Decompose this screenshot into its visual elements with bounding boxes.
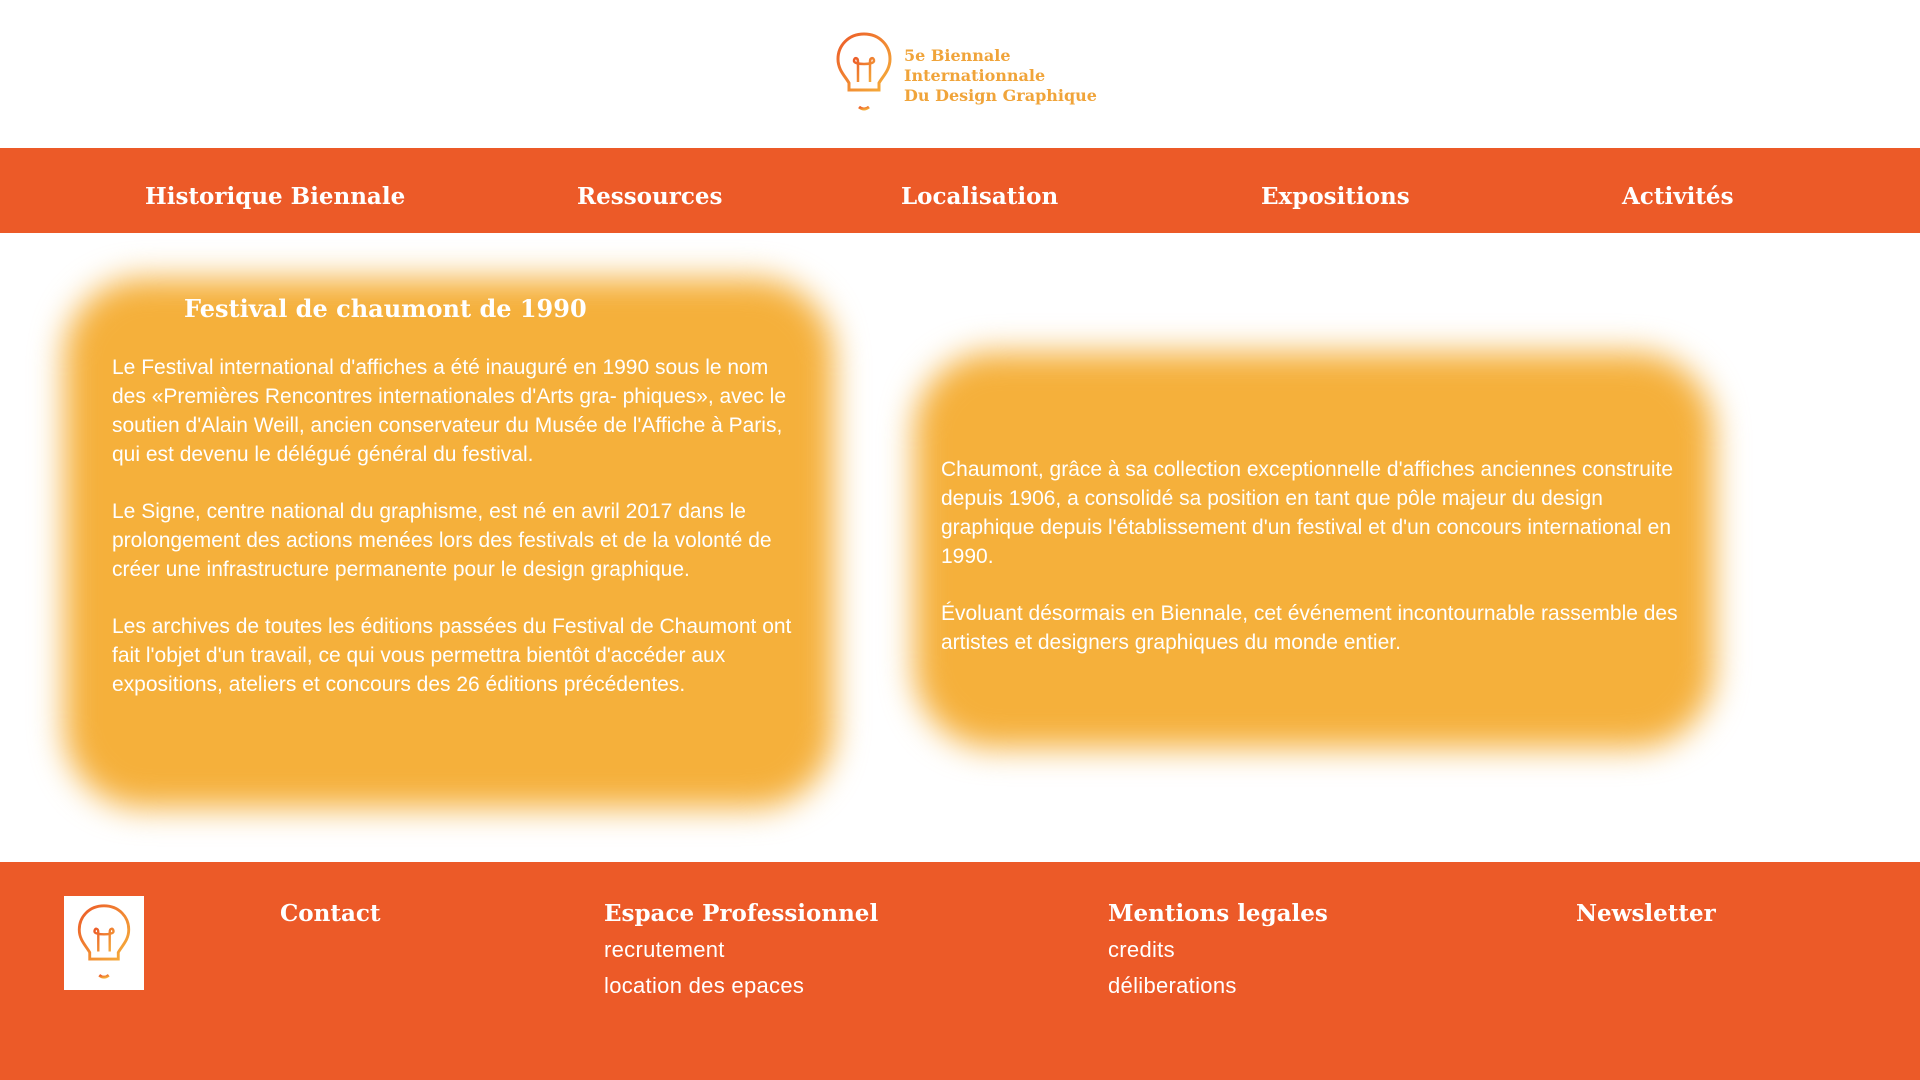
- lightbulb-icon: [834, 30, 894, 117]
- left-card-paragraph: Le Festival international d'affiches a é…: [112, 356, 787, 466]
- footer-col-mentions: Mentions legales credits déliberations: [1108, 896, 1328, 1004]
- nav-item-activites[interactable]: Activités: [1622, 148, 1734, 233]
- nav-item-expositions[interactable]: Expositions: [1261, 148, 1410, 233]
- logo-line: 5e Biennale: [904, 46, 1011, 65]
- right-card-body: Chaumont, grâce à sa collection exceptio…: [941, 455, 1701, 685]
- nav-item-localisation[interactable]: Localisation: [901, 148, 1058, 233]
- site-logo[interactable]: 5e Biennale Internationnale Du Design Gr…: [834, 30, 1097, 117]
- nav-item-historique-biennale[interactable]: Historique Biennale: [145, 148, 405, 233]
- right-card-paragraph: Évoluant désormais en Biennale, cet évén…: [941, 602, 1678, 654]
- footer-link-recrutement[interactable]: recrutement: [604, 932, 878, 968]
- footer-col-contact: Contact: [280, 896, 381, 932]
- main-nav: Historique Biennale Ressources Localisat…: [0, 148, 1920, 233]
- footer-link-credits[interactable]: credits: [1108, 932, 1328, 968]
- footer-col-newsletter: Newsletter: [1576, 896, 1716, 932]
- footer-link-location[interactable]: location des epaces: [604, 968, 878, 1004]
- site-header: 5e Biennale Internationnale Du Design Gr…: [0, 0, 1920, 148]
- lightbulb-icon: [75, 902, 133, 985]
- logo-line: Du Design Graphique: [904, 86, 1097, 105]
- footer-logo[interactable]: [64, 896, 144, 990]
- footer-heading-espace-professionnel[interactable]: Espace Professionnel: [604, 896, 878, 932]
- site-footer: Contact Espace Professionnel recrutement…: [0, 862, 1920, 1080]
- logo-line: Internationnale: [904, 66, 1046, 85]
- footer-link-deliberations[interactable]: déliberations: [1108, 968, 1328, 1004]
- nav-item-ressources[interactable]: Ressources: [577, 148, 722, 233]
- left-card-paragraph: Le Signe, centre national du graphisme, …: [112, 500, 772, 581]
- footer-link-contact[interactable]: Contact: [280, 896, 381, 932]
- left-card-body: Le Festival international d'affiches a é…: [112, 353, 802, 727]
- footer-heading-mentions-legales[interactable]: Mentions legales: [1108, 896, 1328, 932]
- footer-link-newsletter[interactable]: Newsletter: [1576, 896, 1716, 932]
- left-card-title: Festival de chaumont de 1990: [184, 294, 587, 323]
- footer-col-espace-pro: Espace Professionnel recrutement locatio…: [604, 896, 878, 1004]
- left-card-paragraph: Les archives de toutes les éditions pass…: [112, 615, 792, 696]
- right-card-paragraph: Chaumont, grâce à sa collection exceptio…: [941, 458, 1674, 568]
- logo-wordmark: 5e Biennale Internationnale Du Design Gr…: [904, 46, 1097, 106]
